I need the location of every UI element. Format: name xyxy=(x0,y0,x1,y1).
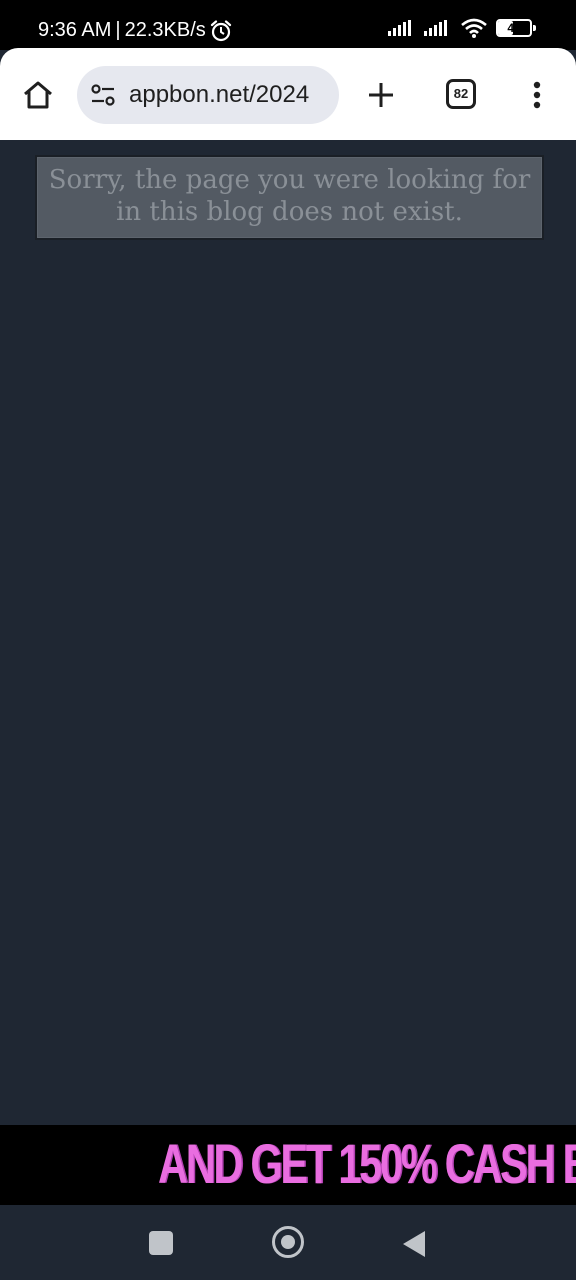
new-tab-button[interactable] xyxy=(362,76,400,114)
tab-switcher-button[interactable]: 82 xyxy=(446,79,476,109)
battery-icon: 47 xyxy=(496,19,536,37)
status-separator: | xyxy=(115,19,121,41)
status-bar: 9:36 AM | 22.3KB/s 47 xyxy=(0,0,576,50)
tune-icon[interactable] xyxy=(90,82,116,108)
back-triangle-icon[interactable] xyxy=(403,1231,425,1257)
system-nav-bar xyxy=(0,1205,576,1280)
signal-icon xyxy=(388,20,416,36)
signal-icon xyxy=(424,20,452,36)
plus-icon xyxy=(369,83,393,107)
status-net-speed: 22.3KB/s xyxy=(124,19,206,41)
more-vert-icon xyxy=(533,81,541,109)
not-found-message: Sorry, the page you were looking for in … xyxy=(35,155,544,240)
recent-apps-icon[interactable] xyxy=(149,1231,173,1255)
status-right: 47 xyxy=(388,18,536,38)
home-circle-icon[interactable] xyxy=(272,1226,304,1258)
home-dot xyxy=(281,1235,295,1249)
status-time: 9:36 AM xyxy=(38,19,112,41)
url-text[interactable]: appbon.net/2024 xyxy=(129,81,329,109)
url-bar[interactable]: appbon.net/2024 xyxy=(77,66,339,124)
battery-percent: 47 xyxy=(507,21,521,35)
alarm-icon xyxy=(210,19,232,42)
more-menu-button[interactable] xyxy=(522,76,552,114)
browser-toolbar: appbon.net/2024 82 xyxy=(0,48,576,140)
ad-text[interactable]: AND GET 150% CASH BACK xyxy=(158,1131,576,1196)
home-icon xyxy=(24,81,52,109)
battery-nub xyxy=(533,25,536,31)
ad-banner[interactable]: AND GET 150% CASH BACK xyxy=(0,1125,576,1205)
status-left: 9:36 AM | 22.3KB/s xyxy=(38,19,232,42)
home-button[interactable] xyxy=(20,77,56,113)
page-content: Sorry, the page you were looking for in … xyxy=(0,140,576,1125)
wifi-icon xyxy=(460,18,488,38)
